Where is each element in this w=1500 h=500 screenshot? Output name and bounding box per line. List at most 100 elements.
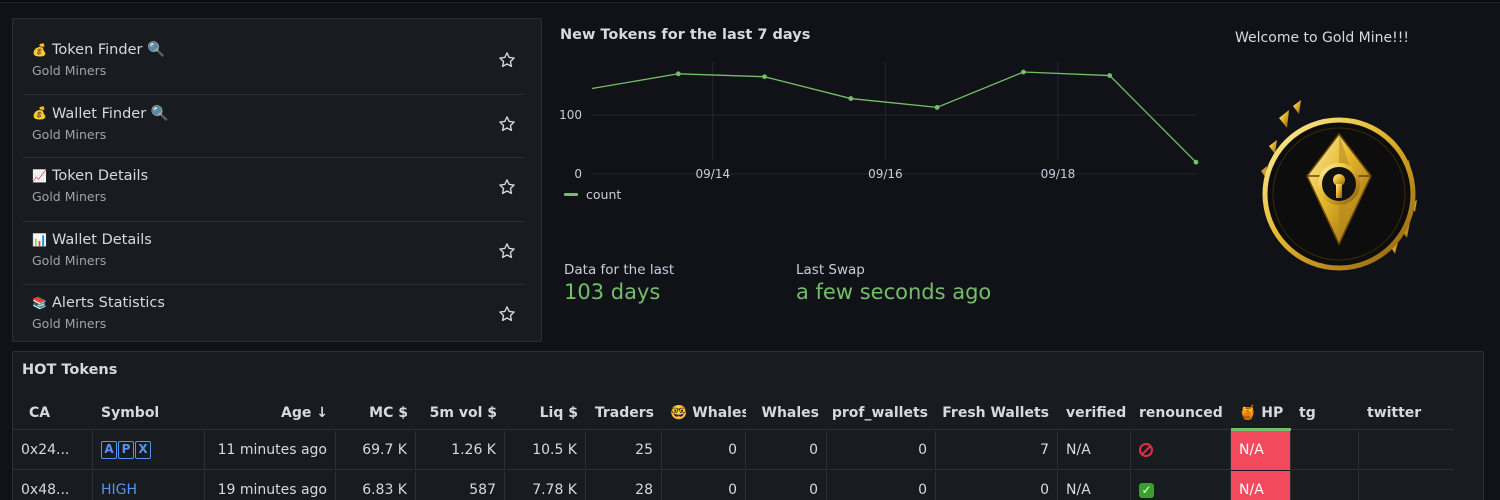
gold-mine-logo [1261,100,1417,271]
cell-honeypot: N/A [1231,431,1291,470]
cell-ca[interactable]: 0x48... [13,471,93,500]
star-icon[interactable] [498,51,516,69]
cell-symbol[interactable]: APX [93,431,205,470]
data-point [675,71,681,77]
column-header-whales[interactable]: Whales [746,396,827,430]
column-header-fresh-wallets[interactable]: Fresh Wallets [936,396,1057,430]
cell-5m-vol: 587 [416,471,505,500]
cell-tg[interactable] [1291,431,1359,470]
y-tick-label: 100 [559,108,582,122]
dashboard-title[interactable]: Token Details [52,168,148,184]
hot-tokens-table-panel: HOT Tokens CA Symbol Age ↓ MC $ 5m vol $… [12,351,1484,500]
dashboard-list-panel: 💰 Token Finder 🔍 Gold Miners 💰 Wallet Fi… [12,18,542,342]
star-icon[interactable] [498,178,516,196]
data-point [1193,159,1199,165]
cell-prof-wallets: 0 [827,431,936,470]
dashboard-folder: Gold Miners [32,316,107,331]
cell-renounced: ✓ [1131,471,1231,500]
column-header-traders[interactable]: Traders [586,396,662,430]
bar-chart-icon: 📊 [32,232,47,247]
x-tick-label: 09/18 [1041,167,1076,181]
data-point [1107,73,1113,78]
cell-prof-wallets: 0 [827,471,936,500]
data-point [762,74,767,80]
cell-ca[interactable]: 0x24... [13,431,93,470]
column-header-ca[interactable]: CA [21,396,101,430]
cell-liq: 7.78 K [505,471,586,500]
cell-twitter[interactable] [1359,471,1454,500]
dashboard-title[interactable]: Alerts Statistics [52,295,165,311]
table-header: CA Symbol Age ↓ MC $ 5m vol $ Liq $ Trad… [13,396,1454,430]
dashboard-item[interactable]: 📊 Wallet Details Gold Miners [23,222,524,285]
symbol-glyph-boxes[interactable]: APX [101,441,152,459]
last-swap-stat: Last Swap a few seconds ago [796,262,991,304]
cell-mc: 6.83 K [336,471,416,500]
table-row[interactable]: 0x48... HIGH 19 minutes ago 6.83 K 587 7… [13,471,1454,500]
top-bar [0,0,1500,3]
y-tick-label: 0 [574,167,582,181]
dashboard-item[interactable]: 💰 Wallet Finder 🔍 Gold Miners [23,95,524,158]
chart-title[interactable]: New Tokens for the last 7 days [560,27,810,43]
legend-label: count [586,187,622,202]
star-icon[interactable] [498,242,516,260]
data-point [934,104,940,110]
dashboard-item[interactable]: 💰 Token Finder 🔍 Gold Miners [23,31,524,95]
table-row[interactable]: 0x24... APX 11 minutes ago 69.7 K 1.26 K… [13,431,1454,470]
money-bag-icon: 💰 [32,106,47,120]
data-range-stat: Data for the last 103 days [564,262,674,304]
column-header-age[interactable]: Age ↓ [205,396,336,430]
dashboard-folder: Gold Miners [32,126,107,142]
welcome-panel: Welcome to Gold Mine!!! [1214,18,1490,338]
dashboard-folder: Gold Miners [32,63,107,78]
cell-renounced [1131,431,1231,470]
column-header-mc[interactable]: MC $ [336,396,416,430]
cell-whales: 0 [746,471,827,500]
column-header-renounced[interactable]: renounced [1131,396,1231,430]
cell-verified: N/A [1058,471,1131,500]
star-icon[interactable] [498,115,516,133]
chart-legend[interactable]: count [564,187,621,202]
dashboard-item[interactable]: 📈 Token Details Gold Miners [23,158,524,222]
chart-increasing-icon: 📈 [32,169,47,183]
column-header-verified[interactable]: verified [1058,396,1133,430]
cell-smart-whales: 0 [662,471,746,500]
dashboard-title[interactable]: Wallet Details [52,232,152,248]
column-header-honeypot[interactable]: 🍯 HP [1231,396,1291,430]
column-header-5m-vol[interactable]: 5m vol $ [416,396,505,430]
stat-label: Data for the last [564,262,675,278]
dashboard-item[interactable]: 📚 Alerts Statistics Gold Miners [23,285,524,349]
cell-liq: 10.5 K [505,431,586,470]
cell-honeypot: N/A [1231,471,1291,500]
dashboard-folder: Gold Miners [32,252,107,268]
cell-smart-whales: 0 [662,431,746,470]
cell-fresh-wallets: 7 [936,431,1058,470]
line-chart: 010009/1409/1609/1809/20 [559,62,1199,181]
column-header-tg[interactable]: tg [1291,396,1359,430]
cell-traders: 28 [586,471,662,500]
column-header-smart-whales[interactable]: 🤓 Whales [662,396,746,430]
cell-whales: 0 [746,431,827,470]
books-icon: 📚 [32,296,47,310]
column-header-twitter[interactable]: twitter [1359,396,1454,430]
cell-traders: 25 [586,431,662,470]
column-header-symbol[interactable]: Symbol [93,396,203,430]
stat-label: Last Swap [796,262,865,278]
dashboard-folder: Gold Miners [32,189,107,204]
dashboard-title[interactable]: Wallet Finder 🔍 [52,105,169,122]
series-line [591,71,1197,163]
cell-tg[interactable] [1291,471,1359,500]
cell-symbol[interactable]: HIGH [93,471,205,500]
data-point [848,96,854,101]
x-tick-label: 09/14 [696,167,731,181]
table-title: HOT Tokens [22,362,118,378]
star-icon[interactable] [498,305,516,323]
cell-mc: 69.7 K [336,431,416,470]
cell-twitter[interactable] [1359,431,1454,470]
dashboard-title[interactable]: Token Finder 🔍 [52,41,165,58]
cell-5m-vol: 1.26 K [416,431,505,470]
column-header-prof-wallets[interactable]: prof_wallets [827,396,936,430]
stat-value: a few seconds ago [796,280,992,304]
column-header-liq[interactable]: Liq $ [505,396,586,430]
cell-verified: N/A [1058,431,1131,470]
data-point [1021,69,1026,75]
